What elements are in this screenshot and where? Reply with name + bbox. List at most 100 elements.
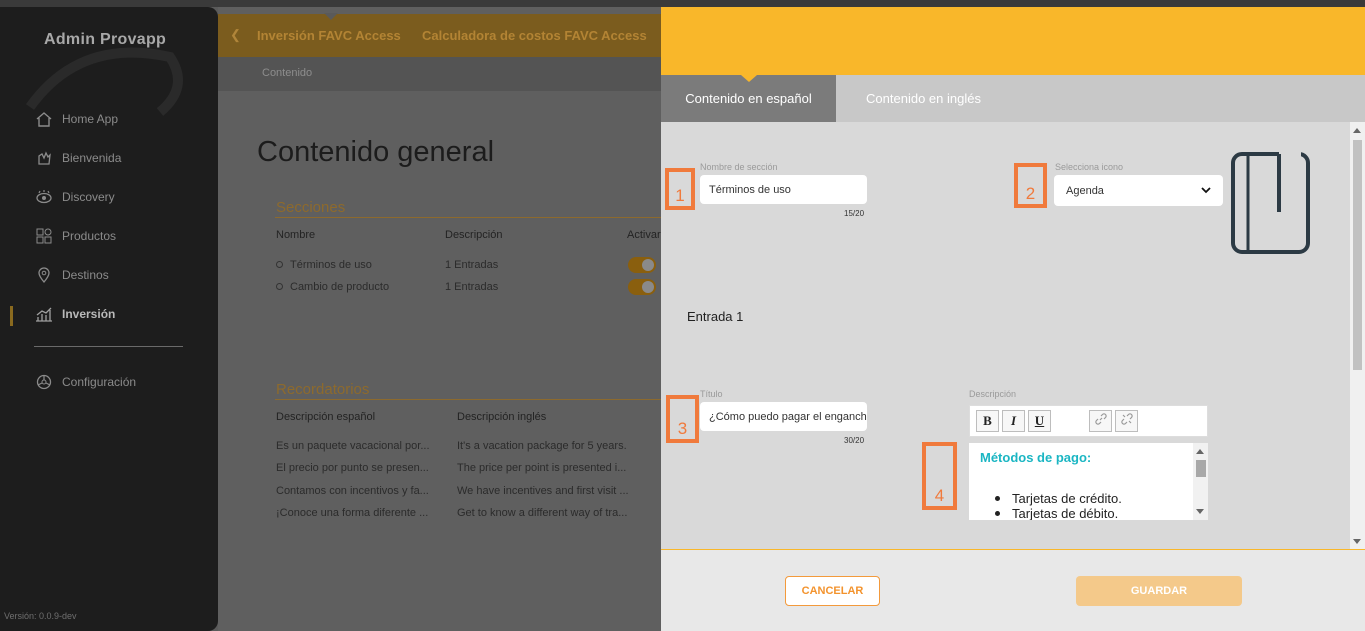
sidebar-item-discovery[interactable]: Discovery bbox=[34, 186, 115, 208]
list-item: Tarjetas de crédito. bbox=[995, 491, 1122, 506]
breadcrumb-item[interactable]: Contenido bbox=[262, 67, 312, 79]
page-title: Contenido general bbox=[257, 136, 495, 168]
list-item: Tarjetas de débito. bbox=[995, 506, 1122, 520]
reminder-es: Contamos con incentivos y fa... bbox=[276, 485, 429, 497]
row-name: Términos de uso bbox=[290, 259, 372, 271]
editor-list: Tarjetas de crédito. Tarjetas de débito. bbox=[995, 491, 1122, 520]
home-icon bbox=[34, 110, 54, 128]
drawer-header bbox=[661, 7, 1365, 75]
entry-title: Entrada 1 bbox=[687, 309, 744, 324]
sidebar-item-home-app[interactable]: Home App bbox=[34, 108, 118, 130]
chevron-down-icon bbox=[1201, 185, 1211, 197]
marker-4: 4 bbox=[922, 442, 957, 510]
marker-2: 2 bbox=[1014, 163, 1047, 208]
col-header-desc-en: Descripción inglés bbox=[457, 411, 547, 423]
reminder-en: The price per point is presented i... bbox=[457, 462, 627, 474]
drag-handle-icon[interactable] bbox=[276, 260, 283, 268]
descripcion-label: Descripción bbox=[969, 389, 1017, 399]
reminder-es: El precio por punto se presen... bbox=[276, 462, 429, 474]
editor-heading: Métodos de pago: bbox=[980, 450, 1092, 465]
marker-3: 3 bbox=[666, 395, 699, 443]
titulo-input[interactable]: ¿Cómo puedo pagar el enganche? bbox=[700, 402, 867, 431]
titulo-label: Título bbox=[700, 389, 723, 399]
rich-text-editor[interactable]: Métodos de pago: Tarjetas de crédito. Ta… bbox=[969, 443, 1208, 520]
underline-button[interactable]: U bbox=[1028, 410, 1051, 432]
back-chevron-icon[interactable]: ❮ bbox=[230, 27, 241, 43]
tab-contenido-ingles[interactable]: Contenido en inglés bbox=[836, 75, 1011, 122]
sidebar: Admin Provapp Home App Bienvenida Discov… bbox=[0, 7, 218, 631]
chart-icon bbox=[34, 305, 54, 323]
table-row[interactable]: Términos de uso bbox=[276, 259, 372, 271]
col-header-activar: Activar bbox=[627, 229, 661, 241]
sidebar-item-configuracion[interactable]: Configuración bbox=[34, 371, 136, 393]
reminder-en: It's a vacation package for 5 years. bbox=[457, 440, 627, 452]
sidebar-item-label: Destinos bbox=[62, 268, 109, 282]
pin-icon bbox=[34, 266, 54, 284]
section-name-label: Nombre de sección bbox=[700, 162, 778, 172]
sidebar-item-productos[interactable]: Productos bbox=[34, 225, 116, 247]
activar-toggle[interactable] bbox=[628, 257, 656, 273]
scroll-up-arrow-icon[interactable] bbox=[1196, 449, 1204, 454]
breadcrumb: Contenido bbox=[218, 57, 661, 91]
main-top-bar: ❮ Inversión FAVC Access Calculadora de c… bbox=[218, 13, 661, 57]
section-name-counter: 15/20 bbox=[844, 209, 865, 218]
icon-select[interactable]: Agenda bbox=[1054, 175, 1223, 206]
language-tabs: Contenido en español Contenido en inglés bbox=[661, 75, 1365, 122]
sidebar-item-inversion[interactable]: Inversión bbox=[34, 303, 115, 325]
marker-1: 1 bbox=[665, 168, 695, 210]
agenda-icon bbox=[1231, 152, 1310, 254]
scroll-up-arrow-icon[interactable] bbox=[1353, 128, 1361, 133]
main-content: ❮ Inversión FAVC Access Calculadora de c… bbox=[218, 7, 661, 631]
sidebar-item-destinos[interactable]: Destinos bbox=[34, 264, 109, 286]
row-name: Cambio de producto bbox=[290, 281, 390, 293]
unlink-icon bbox=[1120, 413, 1133, 429]
bold-button[interactable]: B bbox=[976, 410, 999, 432]
italic-button[interactable]: I bbox=[1002, 410, 1025, 432]
gear-icon bbox=[34, 373, 54, 391]
wave-icon bbox=[34, 149, 54, 167]
unlink-button[interactable] bbox=[1115, 410, 1138, 432]
scroll-down-arrow-icon[interactable] bbox=[1353, 539, 1361, 544]
scroll-down-arrow-icon[interactable] bbox=[1196, 509, 1204, 514]
app-version: Versión: 0.0.9-dev bbox=[4, 611, 77, 621]
window-top-strip bbox=[0, 0, 1365, 7]
col-header-desc-es: Descripción español bbox=[276, 411, 376, 423]
reminder-es: ¡Conoce una forma diferente ... bbox=[276, 507, 429, 519]
secciones-title: Secciones bbox=[276, 199, 346, 216]
activar-toggle[interactable] bbox=[628, 279, 656, 295]
drawer-scroll-thumb[interactable] bbox=[1353, 140, 1362, 370]
active-tab-notch bbox=[324, 13, 338, 20]
sidebar-item-bienvenida[interactable]: Bienvenida bbox=[34, 147, 121, 169]
sidebar-item-label: Home App bbox=[62, 112, 119, 126]
drag-handle-icon[interactable] bbox=[276, 282, 283, 290]
drawer-footer: CANCELAR GUARDAR bbox=[661, 550, 1365, 631]
sidebar-divider bbox=[34, 346, 183, 347]
reminder-en: Get to know a different way of tra... bbox=[457, 507, 628, 519]
active-item-marker bbox=[10, 306, 13, 326]
editor-scroll-thumb[interactable] bbox=[1196, 460, 1206, 477]
rich-text-toolbar: B I U bbox=[969, 405, 1208, 437]
tab-contenido-espanol[interactable]: Contenido en español bbox=[661, 75, 836, 122]
table-row[interactable]: Cambio de producto bbox=[276, 281, 389, 293]
save-button[interactable]: GUARDAR bbox=[1076, 576, 1242, 606]
sidebar-item-label: Inversión bbox=[62, 307, 116, 321]
sidebar-item-label: Productos bbox=[62, 229, 117, 243]
drawer-scrollbar[interactable] bbox=[1350, 122, 1365, 550]
icon-select-label: Selecciona icono bbox=[1055, 162, 1124, 172]
row-desc: 1 Entradas bbox=[445, 281, 499, 293]
section-name-input[interactable]: Términos de uso bbox=[700, 175, 867, 204]
reminder-en: We have incentives and first visit ... bbox=[457, 485, 629, 497]
icon-select-value: Agenda bbox=[1066, 184, 1104, 197]
grid-icon bbox=[34, 227, 54, 245]
sidebar-item-label: Bienvenida bbox=[62, 151, 122, 165]
drawer-form: 1 Nombre de sección Términos de uso 15/2… bbox=[661, 122, 1365, 550]
link-icon bbox=[1094, 413, 1107, 429]
tab-inversion-favc[interactable]: Inversión FAVC Access bbox=[257, 28, 401, 43]
editor-scrollbar[interactable] bbox=[1193, 443, 1208, 520]
cancel-button[interactable]: CANCELAR bbox=[785, 576, 880, 606]
tab-calculadora-costos[interactable]: Calculadora de costos FAVC Access bbox=[422, 28, 647, 43]
link-button[interactable] bbox=[1089, 410, 1112, 432]
active-tab-notch bbox=[741, 75, 757, 82]
edit-drawer: Contenido en español Contenido en inglés… bbox=[661, 7, 1365, 631]
secciones-underline bbox=[275, 217, 661, 218]
